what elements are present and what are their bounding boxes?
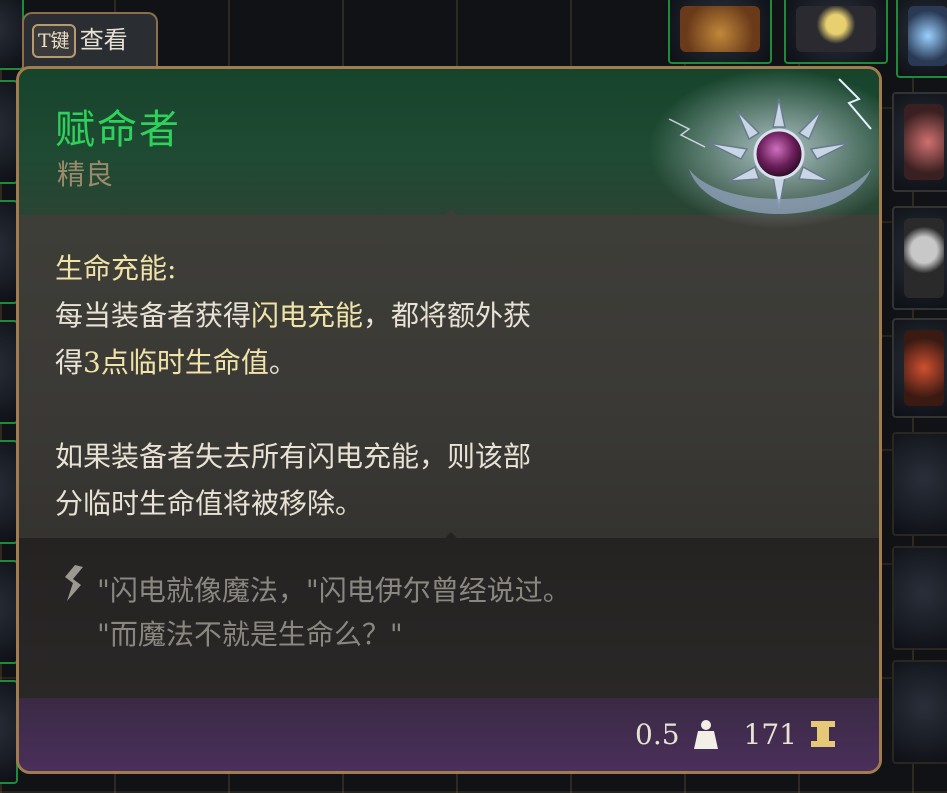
item-stats: 0.5 171 [635, 717, 837, 751]
description-line-4: 分临时生命值将被移除。 [55, 487, 364, 520]
inspect-keyhint[interactable]: T键 查看 [22, 12, 158, 74]
inventory-slot-fish[interactable] [892, 92, 947, 192]
description-line-1: 每当装备者获得闪电充能，都将额外获 [55, 292, 615, 339]
scroll-red-icon [904, 330, 944, 406]
flavor-text: "闪电就像魔法，"闪电伊尔曾经说过。 "而魔法不就是生命么？" [97, 569, 571, 657]
gold-icon [811, 721, 835, 747]
amulet-crown-icon [649, 69, 879, 229]
key-t-badge: T键 [32, 24, 76, 58]
inspect-label: 查看 [79, 26, 128, 54]
gold-value: 171 [743, 717, 797, 751]
flavor-line-2: "而魔法不就是生命么？" [97, 618, 403, 651]
keyword-lightning-charge[interactable]: 闪电充能 [251, 299, 363, 332]
passive-heading: 生命充能: [55, 252, 177, 285]
inventory-slot-amulet[interactable] [896, 0, 947, 78]
amulet-icon [908, 6, 947, 66]
flavor-line-1: "闪电就像魔法，"闪电伊尔曾经说过。 [97, 574, 571, 607]
keyword-temp-hp: 3点临时生命值 [83, 346, 269, 379]
description-line-2: 得3点临时生命值。 [55, 339, 615, 386]
weight-value: 0.5 [635, 717, 680, 751]
ring-icon [796, 6, 876, 52]
text-segment: ，都将额外获 [363, 299, 532, 332]
scroll-icon [680, 6, 760, 52]
text-segment: 每当装备者获得 [55, 299, 252, 332]
fish-icon [904, 104, 944, 180]
item-name: 赋命者 [55, 107, 181, 153]
weight-icon [693, 720, 718, 749]
item-tooltip: 赋命者 精良 生命充能: 每当装备者获得闪电充能，都将额外获 得3点临时生命值。… [16, 66, 882, 774]
inventory-slot-scroll-red[interactable] [892, 318, 947, 418]
item-description: 生命充能: 每当装备者获得闪电充能，都将额外获 得3点临时生命值。 如果装备者失… [55, 245, 615, 527]
magnifier-icon [904, 218, 944, 298]
section-notch [439, 209, 463, 221]
text-segment: 。 [268, 346, 297, 379]
inventory-slot-ring[interactable] [784, 0, 888, 64]
inventory-slot-empty-2[interactable] [892, 546, 947, 650]
text-segment: 得 [55, 346, 84, 379]
item-rarity: 精良 [57, 158, 114, 191]
inventory-slot-empty-3[interactable] [892, 660, 947, 764]
description-line-3: 如果装备者失去所有闪电充能，则该部 [55, 440, 532, 473]
inventory-slot-magnifier[interactable] [892, 206, 947, 310]
inventory-slot-empty-1[interactable] [892, 432, 947, 536]
inventory-slot-left-1[interactable] [0, 0, 24, 70]
inventory-slot-scroll[interactable] [668, 0, 772, 64]
section-notch [439, 532, 463, 544]
quote-icon [65, 565, 83, 601]
